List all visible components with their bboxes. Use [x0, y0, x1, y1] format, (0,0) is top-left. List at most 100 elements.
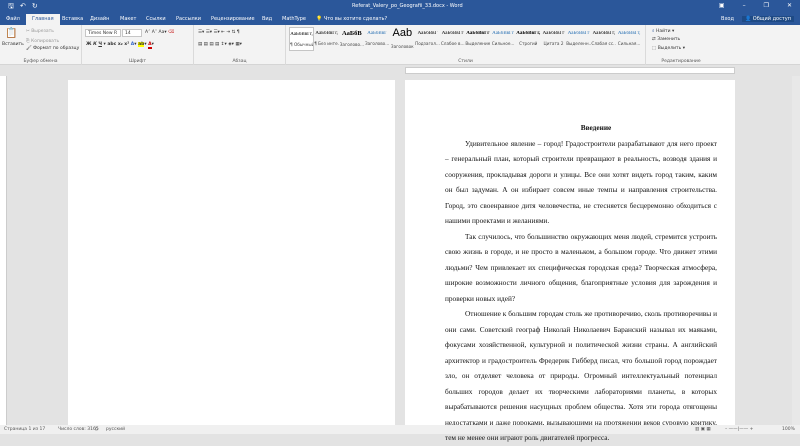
style-name: Выделение: [465, 41, 491, 46]
style-item[interactable]: АаБбВвГ Подзагол...: [415, 27, 440, 51]
style-item[interactable]: АаБбВвГг Выделение: [465, 27, 490, 51]
tab-layout[interactable]: Макет: [120, 16, 136, 22]
style-item[interactable]: АаБбВвГг, ¶ Обычный: [289, 27, 314, 51]
tab-mathtype[interactable]: MathType: [282, 16, 306, 22]
font-name-select[interactable]: Times New R: [85, 29, 121, 37]
tab-design[interactable]: Дизайн: [90, 16, 109, 22]
zoom-level[interactable]: 100%: [782, 427, 795, 432]
style-name: ¶ Обычный: [290, 42, 313, 47]
minimize-button[interactable]: –: [743, 2, 746, 9]
style-name: Сильная...: [617, 41, 641, 46]
style-preview: АаБбВвГ: [367, 31, 387, 36]
style-preview: АаБбВвГг: [441, 31, 464, 36]
ribbon-display-icon[interactable]: ▣: [719, 2, 725, 9]
tab-file[interactable]: Файл: [6, 16, 20, 22]
style-item[interactable]: АаБбВвГг, ¶ Без инте...: [314, 27, 339, 51]
paste-button[interactable]: Вставить: [2, 42, 24, 47]
select-button[interactable]: ⬚ Выделить ▾: [652, 46, 685, 51]
style-name: Слабая сс...: [591, 41, 617, 46]
page-right[interactable]: Введение Удивительное явление – город! Г…: [405, 80, 735, 442]
replace-button[interactable]: ⇄ Заменить: [652, 37, 680, 42]
share-button[interactable]: 👤 Общий доступ: [741, 16, 794, 22]
tab-review[interactable]: Рецензирование: [211, 16, 255, 22]
find-button[interactable]: ⌕ Найти ▾: [652, 28, 674, 34]
style-preview: АаБбВвГг: [466, 31, 490, 36]
style-item[interactable]: АаБбВвГг Выделенн...: [566, 27, 591, 51]
zoom-slider[interactable]: – ——|—— +: [725, 427, 753, 432]
lightbulb-icon: 💡: [316, 16, 323, 22]
title-bar: 🖫 ↶ ↻ Referat_Valery_po_Geografii_33.docx …: [0, 0, 800, 13]
styles-group: АаБбВвГг, ¶ Обычный АаБбВвГг, ¶ Без инте...…: [286, 25, 646, 65]
tell-me-text: Что вы хотите сделать?: [323, 16, 388, 22]
proofing-icon[interactable]: ▯: [95, 427, 97, 432]
tell-me-input[interactable]: 💡 Что вы хотите сделать?: [316, 16, 387, 22]
status-bar: Страница 1 из 17 Число слов: 3165 ▯ русс…: [0, 425, 800, 434]
paragraph-group: ☰▾ ☰▾ ☰▾ ⇤ ⇥ ⇅ ¶ ▤ ▤ ▤ ▤ ↕▾ ◈▾ ▦▾ Абзац: [194, 25, 286, 65]
style-name: Слабое в...: [440, 41, 465, 46]
tab-mailings[interactable]: Рассылки: [176, 16, 201, 22]
style-preview: Aab: [392, 27, 413, 39]
alignment-buttons[interactable]: ▤ ▤ ▤ ▤ ↕▾ ◈▾ ▦▾: [198, 42, 242, 47]
style-preview: АаБбВвГг,: [315, 31, 338, 36]
style-preview: АаБбВвГг: [567, 31, 590, 36]
page-left[interactable]: [68, 80, 395, 425]
cut-button[interactable]: ✂ Вырезать: [26, 29, 54, 34]
style-preview: АаБбВвГг,: [617, 31, 641, 36]
style-item[interactable]: АаБбВвГг Слабое в...: [440, 27, 465, 51]
undo-icon[interactable]: ↶: [20, 2, 26, 13]
tab-insert[interactable]: Вставка: [62, 16, 83, 22]
list-buttons[interactable]: ☰▾ ☰▾ ☰▾ ⇤ ⇥ ⇅ ¶: [198, 30, 240, 35]
style-item[interactable]: АаБбВвГ Заголово...: [365, 27, 390, 51]
document-heading: Введение: [580, 123, 612, 132]
page-count[interactable]: Страница 1 из 17: [4, 427, 45, 432]
signin-link[interactable]: Вход: [721, 16, 734, 22]
restore-button[interactable]: ❐: [764, 2, 769, 9]
tab-home[interactable]: Главная: [26, 14, 60, 25]
style-name: Заголово...: [339, 42, 365, 47]
clipboard-group: 📋 Вставить ✂ Вырезать ⎘ Копировать 🖌 Фор…: [0, 25, 82, 65]
horizontal-ruler[interactable]: [0, 66, 800, 75]
style-item[interactable]: АаБбВвГг Сильное...: [491, 27, 516, 51]
copy-button[interactable]: ⎘ Копировать: [26, 38, 59, 44]
view-buttons[interactable]: ▥ ▣ ▦: [695, 427, 711, 432]
tab-references[interactable]: Ссылки: [146, 16, 166, 22]
style-item[interactable]: АаБбВвГг, Сильная...: [617, 27, 642, 51]
font-size-buttons[interactable]: A˄ A˅ Aa▾ ⌫: [145, 30, 174, 35]
person-icon: 👤: [744, 16, 752, 22]
style-item[interactable]: АаБбВвГг, Слабая сс...: [591, 27, 616, 51]
style-name: Заголово...: [364, 41, 390, 46]
styles-label: Стили: [458, 59, 473, 64]
clipboard-label: Буфер обмена: [23, 59, 58, 64]
language[interactable]: русский: [106, 427, 125, 432]
close-button[interactable]: ✕: [787, 2, 792, 9]
save-icon[interactable]: 🖫: [8, 2, 14, 13]
paragraph: Удивительное явление – город! Градострои…: [445, 138, 717, 226]
style-preview: АаБбВвГ: [417, 31, 438, 36]
word-count[interactable]: Число слов: 3165: [58, 427, 99, 432]
font-size-select[interactable]: 14: [122, 29, 142, 37]
style-preview: АаБбВвГг,: [290, 32, 313, 37]
style-preview: АаБбВвГг: [542, 31, 565, 36]
vertical-scrollbar[interactable]: [792, 76, 800, 425]
style-preview: АаБбВвГг,: [516, 31, 541, 36]
document-body[interactable]: Введение Удивительное явление – город! Г…: [445, 120, 717, 446]
paste-icon[interactable]: 📋: [5, 28, 17, 39]
window-title: Referat_Valery_po_Geografii_33.docx - Wo…: [352, 3, 463, 9]
format-buttons[interactable]: Ж К Ч ▾ abc x₂ x² A▾ ab▾ A▾: [86, 42, 154, 49]
paragraph: Так случилось, что большинство окружающи…: [445, 231, 717, 303]
font-label: Шрифт: [128, 59, 147, 64]
format-painter-button[interactable]: 🖌 Формат по образцу: [26, 46, 79, 51]
font-group: Times New R 14 A˄ A˅ Aa▾ ⌫ Ж К Ч ▾ abc x…: [82, 25, 194, 65]
style-item[interactable]: АаБбВвГг, Строгий: [516, 27, 541, 51]
ribbon: 📋 Вставить ✂ Вырезать ⎘ Копировать 🖌 Фор…: [0, 25, 800, 65]
style-item[interactable]: АаБбВвГг Цитата 2: [541, 27, 566, 51]
style-name: Заголовок: [390, 44, 414, 49]
style-name: Выделенн...: [566, 41, 592, 46]
style-item[interactable]: Aab Заголовок: [390, 27, 415, 51]
redo-icon[interactable]: ↻: [32, 2, 38, 13]
vertical-ruler[interactable]: [0, 76, 7, 425]
style-item[interactable]: АаБбВ Заголово...: [339, 27, 364, 51]
style-name: Строгий: [519, 41, 538, 46]
editing-group: ⌕ Найти ▾ ⇄ Заменить ⬚ Выделить ▾ Редакт…: [646, 25, 800, 65]
tab-view[interactable]: Вид: [262, 16, 272, 22]
